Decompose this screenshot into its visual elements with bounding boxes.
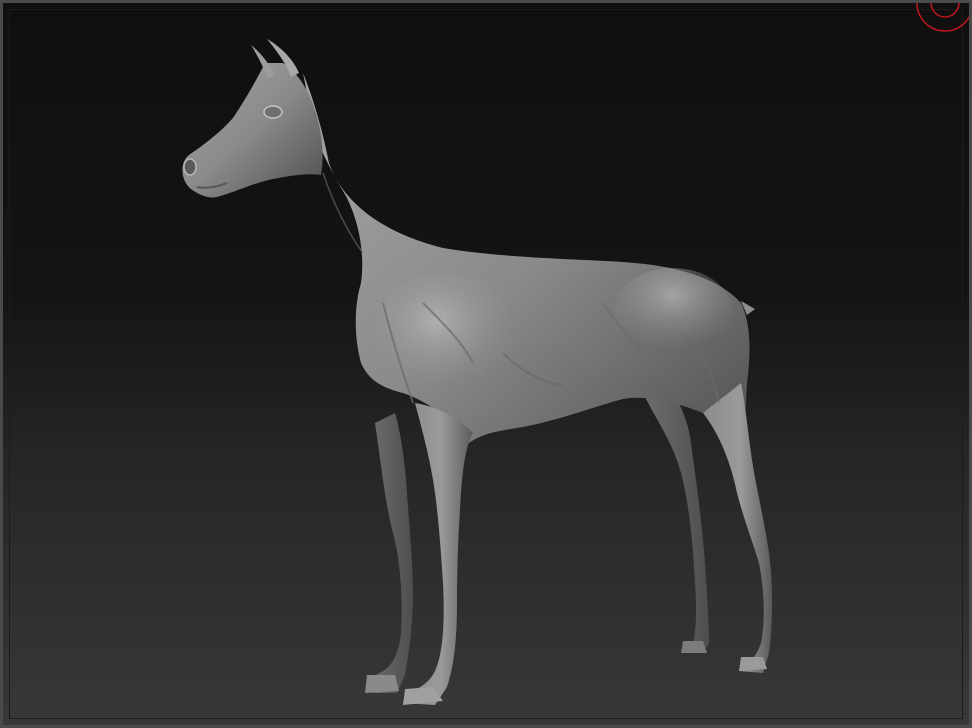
far-hind-hoof	[681, 641, 707, 653]
hip-highlight	[613, 268, 733, 358]
near-hind-leg	[703, 383, 772, 673]
horse-sculpt-model[interactable]	[3, 3, 972, 728]
shoulder-highlight	[373, 273, 513, 393]
eye	[263, 105, 283, 119]
document-viewport[interactable]	[0, 0, 972, 728]
near-hind-hoof	[739, 657, 767, 671]
navigation-gizmo-icon[interactable]	[915, 0, 972, 33]
horse-head	[182, 63, 323, 198]
far-front-hoof	[365, 675, 399, 693]
nostril	[183, 158, 197, 176]
near-front-leg	[403, 403, 473, 705]
far-front-leg	[369, 413, 413, 693]
far-hind-leg	[643, 383, 709, 653]
